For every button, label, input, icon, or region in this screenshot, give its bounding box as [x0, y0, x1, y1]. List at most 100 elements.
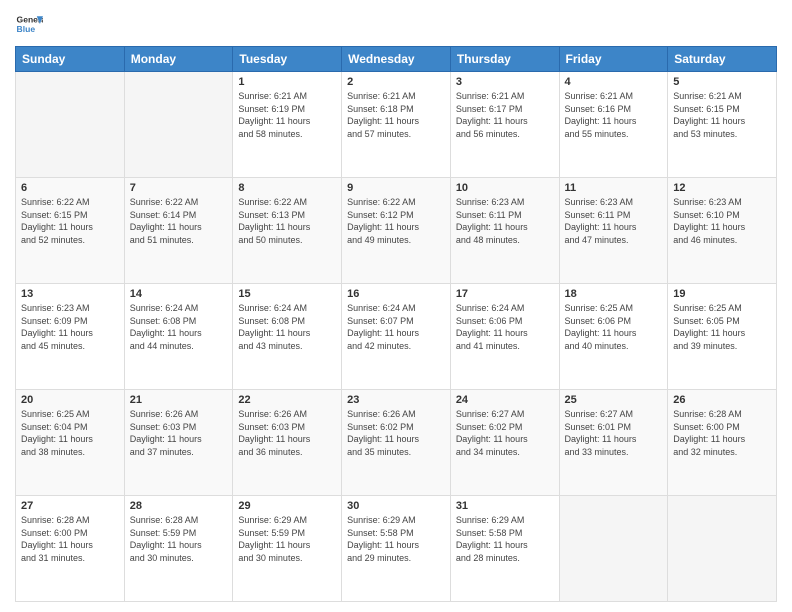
calendar-cell: 2 Sunrise: 6:21 AMSunset: 6:18 PMDaylight…: [342, 72, 451, 178]
day-info: Sunrise: 6:23 AMSunset: 6:11 PMDaylight:…: [565, 196, 663, 246]
day-number: 13: [21, 288, 119, 300]
day-number: 17: [456, 288, 554, 300]
calendar-cell: 24 Sunrise: 6:27 AMSunset: 6:02 PMDayligh…: [450, 390, 559, 496]
day-info: Sunrise: 6:29 AMSunset: 5:58 PMDaylight:…: [456, 514, 554, 564]
calendar-cell: [124, 72, 233, 178]
day-info: Sunrise: 6:21 AMSunset: 6:18 PMDaylight:…: [347, 90, 445, 140]
day-info: Sunrise: 6:27 AMSunset: 6:01 PMDaylight:…: [565, 408, 663, 458]
day-info: Sunrise: 6:24 AMSunset: 6:08 PMDaylight:…: [238, 302, 336, 352]
day-number: 19: [673, 288, 771, 300]
day-number: 10: [456, 182, 554, 194]
day-number: 5: [673, 76, 771, 88]
calendar-cell: 28Sunrise: 6:28 AMSunset: 5:59 PMDayligh…: [124, 496, 233, 602]
day-number: 29: [238, 500, 336, 512]
calendar-week-row: 6Sunrise: 6:22 AMSunset: 6:15 PMDaylight…: [16, 178, 777, 284]
day-number: 14: [130, 288, 228, 300]
header: General Blue: [15, 10, 777, 38]
calendar-cell: 12 Sunrise: 6:23 AMSunset: 6:10 PMDayligh…: [668, 178, 777, 284]
calendar-cell: [559, 496, 668, 602]
day-header-monday: Monday: [124, 47, 233, 72]
calendar-cell: 16 Sunrise: 6:24 AMSunset: 6:07 PMDayligh…: [342, 284, 451, 390]
calendar-cell: 10 Sunrise: 6:23 AMSunset: 6:11 PMDayligh…: [450, 178, 559, 284]
logo: General Blue: [15, 10, 43, 38]
calendar-cell: 31Sunrise: 6:29 AMSunset: 5:58 PMDayligh…: [450, 496, 559, 602]
day-info: Sunrise: 6:24 AMSunset: 6:07 PMDaylight:…: [347, 302, 445, 352]
calendar-cell: 19 Sunrise: 6:25 AMSunset: 6:05 PMDayligh…: [668, 284, 777, 390]
svg-text:Blue: Blue: [17, 24, 36, 34]
day-number: 24: [456, 394, 554, 406]
calendar-cell: 17 Sunrise: 6:24 AMSunset: 6:06 PMDayligh…: [450, 284, 559, 390]
day-info: Sunrise: 6:29 AMSunset: 5:59 PMDaylight:…: [238, 514, 336, 564]
day-number: 28: [130, 500, 228, 512]
day-info: Sunrise: 6:26 AMSunset: 6:03 PMDaylight:…: [130, 408, 228, 458]
day-info: Sunrise: 6:24 AMSunset: 6:08 PMDaylight:…: [130, 302, 228, 352]
day-number: 21: [130, 394, 228, 406]
day-info: Sunrise: 6:24 AMSunset: 6:06 PMDaylight:…: [456, 302, 554, 352]
day-info: Sunrise: 6:21 AMSunset: 6:16 PMDaylight:…: [565, 90, 663, 140]
day-number: 20: [21, 394, 119, 406]
day-info: Sunrise: 6:21 AMSunset: 6:19 PMDaylight:…: [238, 90, 336, 140]
calendar-cell: [16, 72, 125, 178]
day-header-sunday: Sunday: [16, 47, 125, 72]
day-number: 23: [347, 394, 445, 406]
day-header-thursday: Thursday: [450, 47, 559, 72]
day-info: Sunrise: 6:22 AMSunset: 6:12 PMDaylight:…: [347, 196, 445, 246]
calendar-cell: 21 Sunrise: 6:26 AMSunset: 6:03 PMDayligh…: [124, 390, 233, 496]
day-info: Sunrise: 6:23 AMSunset: 6:11 PMDaylight:…: [456, 196, 554, 246]
day-number: 9: [347, 182, 445, 194]
day-header-tuesday: Tuesday: [233, 47, 342, 72]
calendar-cell: 23Sunrise: 6:26 AMSunset: 6:02 PMDayligh…: [342, 390, 451, 496]
day-number: 18: [565, 288, 663, 300]
day-number: 6: [21, 182, 119, 194]
calendar-week-row: 20 Sunrise: 6:25 AMSunset: 6:04 PMDayligh…: [16, 390, 777, 496]
calendar-cell: 11Sunrise: 6:23 AMSunset: 6:11 PMDayligh…: [559, 178, 668, 284]
calendar-cell: 30Sunrise: 6:29 AMSunset: 5:58 PMDayligh…: [342, 496, 451, 602]
calendar-cell: 9 Sunrise: 6:22 AMSunset: 6:12 PMDaylight…: [342, 178, 451, 284]
day-info: Sunrise: 6:25 AMSunset: 6:05 PMDaylight:…: [673, 302, 771, 352]
day-info: Sunrise: 6:26 AMSunset: 6:03 PMDaylight:…: [238, 408, 336, 458]
calendar-cell: 20 Sunrise: 6:25 AMSunset: 6:04 PMDayligh…: [16, 390, 125, 496]
day-number: 16: [347, 288, 445, 300]
calendar-cell: 5 Sunrise: 6:21 AMSunset: 6:15 PMDaylight…: [668, 72, 777, 178]
day-info: Sunrise: 6:28 AMSunset: 6:00 PMDaylight:…: [21, 514, 119, 564]
calendar-cell: 25 Sunrise: 6:27 AMSunset: 6:01 PMDayligh…: [559, 390, 668, 496]
day-header-saturday: Saturday: [668, 47, 777, 72]
day-number: 12: [673, 182, 771, 194]
day-number: 30: [347, 500, 445, 512]
generalblue-logo-icon: General Blue: [15, 10, 43, 38]
day-info: Sunrise: 6:21 AMSunset: 6:15 PMDaylight:…: [673, 90, 771, 140]
day-number: 2: [347, 76, 445, 88]
day-number: 27: [21, 500, 119, 512]
calendar-table: SundayMondayTuesdayWednesdayThursdayFrid…: [15, 46, 777, 602]
day-info: Sunrise: 6:25 AMSunset: 6:06 PMDaylight:…: [565, 302, 663, 352]
day-info: Sunrise: 6:21 AMSunset: 6:17 PMDaylight:…: [456, 90, 554, 140]
calendar-cell: 7 Sunrise: 6:22 AMSunset: 6:14 PMDaylight…: [124, 178, 233, 284]
page: General Blue SundayMondayTuesdayWednesda…: [0, 0, 792, 612]
day-number: 25: [565, 394, 663, 406]
calendar-cell: 15 Sunrise: 6:24 AMSunset: 6:08 PMDayligh…: [233, 284, 342, 390]
day-info: Sunrise: 6:22 AMSunset: 6:14 PMDaylight:…: [130, 196, 228, 246]
day-number: 26: [673, 394, 771, 406]
calendar-cell: 8 Sunrise: 6:22 AMSunset: 6:13 PMDaylight…: [233, 178, 342, 284]
calendar-week-row: 1 Sunrise: 6:21 AMSunset: 6:19 PMDaylight…: [16, 72, 777, 178]
calendar-week-row: 13Sunrise: 6:23 AMSunset: 6:09 PMDayligh…: [16, 284, 777, 390]
day-number: 4: [565, 76, 663, 88]
calendar-week-row: 27 Sunrise: 6:28 AMSunset: 6:00 PMDayligh…: [16, 496, 777, 602]
calendar-cell: 26Sunrise: 6:28 AMSunset: 6:00 PMDayligh…: [668, 390, 777, 496]
day-number: 22: [238, 394, 336, 406]
calendar-cell: 27 Sunrise: 6:28 AMSunset: 6:00 PMDayligh…: [16, 496, 125, 602]
day-info: Sunrise: 6:25 AMSunset: 6:04 PMDaylight:…: [21, 408, 119, 458]
day-number: 7: [130, 182, 228, 194]
calendar-cell: 18 Sunrise: 6:25 AMSunset: 6:06 PMDayligh…: [559, 284, 668, 390]
calendar-cell: 13Sunrise: 6:23 AMSunset: 6:09 PMDayligh…: [16, 284, 125, 390]
calendar-cell: 1 Sunrise: 6:21 AMSunset: 6:19 PMDaylight…: [233, 72, 342, 178]
day-number: 1: [238, 76, 336, 88]
day-number: 8: [238, 182, 336, 194]
day-number: 15: [238, 288, 336, 300]
day-header-wednesday: Wednesday: [342, 47, 451, 72]
calendar-cell: 29 Sunrise: 6:29 AMSunset: 5:59 PMDayligh…: [233, 496, 342, 602]
day-info: Sunrise: 6:23 AMSunset: 6:10 PMDaylight:…: [673, 196, 771, 246]
day-info: Sunrise: 6:27 AMSunset: 6:02 PMDaylight:…: [456, 408, 554, 458]
day-info: Sunrise: 6:22 AMSunset: 6:13 PMDaylight:…: [238, 196, 336, 246]
day-header-friday: Friday: [559, 47, 668, 72]
